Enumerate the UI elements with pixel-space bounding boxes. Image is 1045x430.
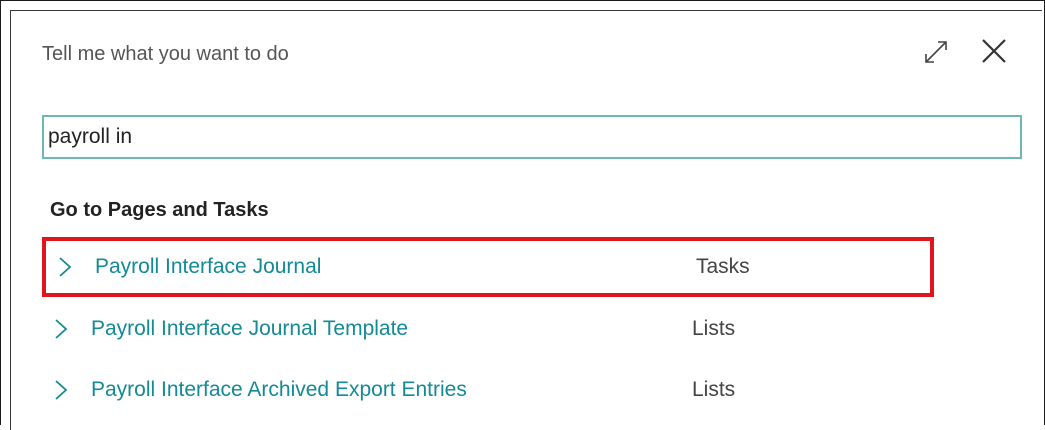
result-category: Tasks bbox=[696, 255, 750, 278]
tell-me-dialog: Tell me what you want to do Go to Pages … bbox=[10, 10, 1042, 430]
result-name: Payroll Interface Journal bbox=[95, 255, 322, 278]
close-icon[interactable] bbox=[979, 36, 1009, 66]
result-category: Lists bbox=[692, 317, 736, 340]
expand-icon[interactable] bbox=[921, 37, 951, 67]
screenshot-frame: Tell me what you want to do Go to Pages … bbox=[0, 0, 1045, 430]
result-name: Payroll Interface Journal Template bbox=[91, 317, 409, 340]
chevron-right-icon bbox=[54, 379, 68, 401]
dialog-title: Tell me what you want to do bbox=[42, 43, 289, 65]
chevron-right-icon bbox=[54, 318, 68, 340]
result-category: Lists bbox=[692, 378, 736, 401]
result-name: Payroll Interface Archived Export Entrie… bbox=[91, 378, 467, 401]
result-row-payroll-interface-journal[interactable]: Payroll Interface Journal Tasks bbox=[42, 237, 934, 297]
chevron-right-icon bbox=[58, 256, 72, 278]
result-row-payroll-interface-archived-export-entries[interactable]: Payroll Interface Archived Export Entrie… bbox=[42, 360, 934, 420]
section-heading: Go to Pages and Tasks bbox=[50, 199, 269, 221]
result-row-payroll-interface-journal-template[interactable]: Payroll Interface Journal Template Lists bbox=[42, 299, 934, 359]
search-input[interactable] bbox=[42, 115, 1022, 159]
